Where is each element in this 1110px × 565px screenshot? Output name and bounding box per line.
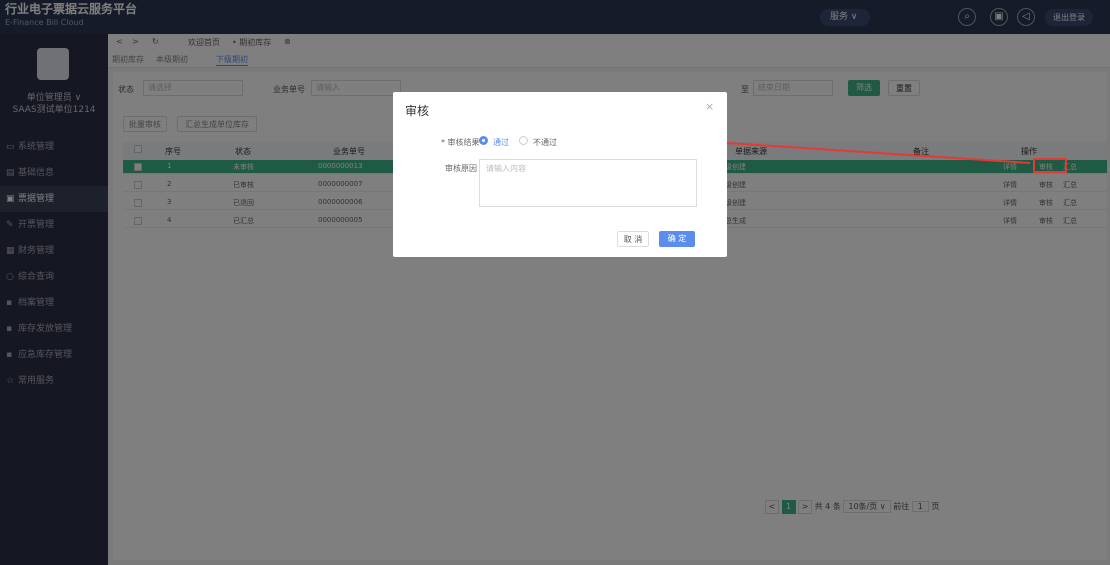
audit-dialog: 审核 × * 审核结果 通过 不通过 审核原因 请输入内容 取 消 确 定 [393,92,727,257]
pass-radio[interactable] [479,136,488,145]
annotation-arrow [702,135,1031,164]
cancel-button[interactable]: 取 消 [617,231,649,247]
reject-label[interactable]: 不通过 [533,137,557,148]
confirm-button[interactable]: 确 定 [659,231,695,247]
reason-label: 审核原因 [445,164,477,173]
pass-label[interactable]: 通过 [493,137,509,148]
reason-textarea[interactable]: 请输入内容 [479,159,697,207]
reject-radio[interactable] [519,136,528,145]
dialog-title: 审核 [405,104,430,118]
close-icon[interactable]: × [705,100,714,113]
result-label: * 审核结果 [441,138,480,147]
